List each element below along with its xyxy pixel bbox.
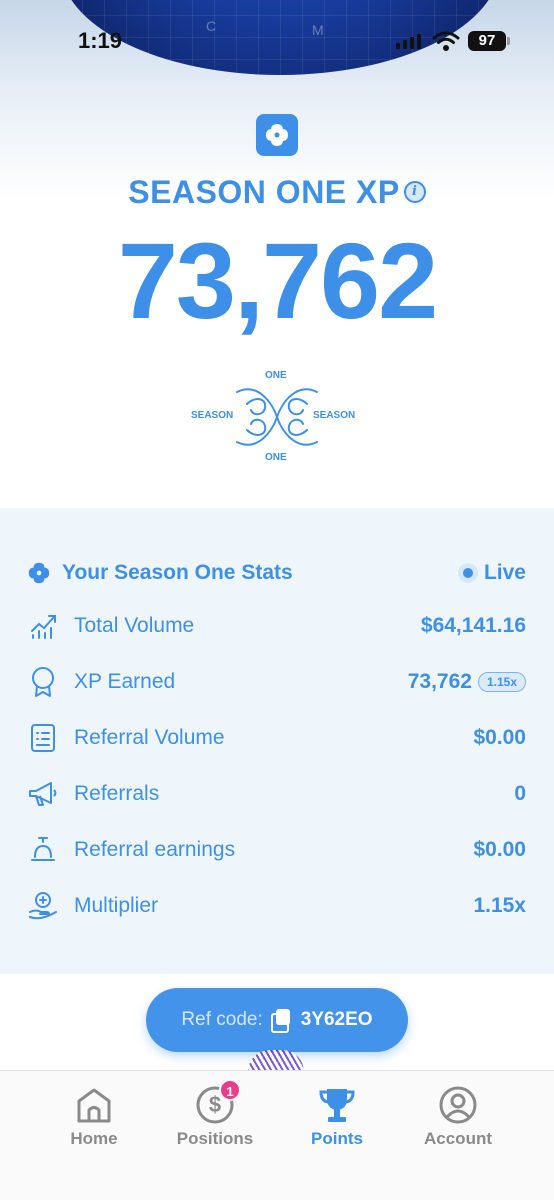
bell-stand-icon	[26, 833, 60, 867]
emblem-top-label: ONE	[265, 370, 287, 381]
bottom-tab-bar: Home $ 1 Positions Points Account	[0, 1070, 554, 1200]
megaphone-icon	[26, 777, 60, 811]
stat-value: $0.00	[473, 726, 526, 749]
stat-label: Referral Volume	[74, 726, 225, 749]
award-ribbon-icon	[26, 665, 60, 699]
positions-badge: 1	[219, 1079, 241, 1101]
trophy-icon	[317, 1085, 357, 1125]
stat-label: Referrals	[74, 782, 160, 805]
tab-label: Account	[424, 1129, 492, 1148]
chart-up-icon	[26, 609, 60, 643]
copy-icon	[270, 1009, 293, 1033]
tab-label: Points	[311, 1129, 363, 1148]
stat-value: 0	[514, 782, 526, 805]
stat-row-total-volume: Total Volume $64,141.16	[26, 606, 526, 646]
season-title-text: SEASON ONE XP	[128, 174, 400, 210]
stat-label: Referral earnings	[74, 838, 236, 861]
user-circle-icon	[438, 1085, 478, 1125]
info-icon[interactable]: i	[403, 180, 426, 203]
wifi-icon	[432, 31, 460, 51]
tab-points[interactable]: Points	[277, 1085, 397, 1149]
stats-heading: Your Season One Stats	[62, 561, 293, 584]
stat-row-multiplier: Multiplier 1.15x	[26, 886, 526, 926]
ref-code-value: 3Y62EO	[300, 1009, 373, 1030]
live-dot-icon	[457, 563, 478, 583]
stat-label: Total Volume	[74, 614, 195, 637]
battery-indicator: 97	[468, 31, 506, 51]
xp-total: 73,762	[117, 220, 438, 341]
dollar-circle-icon: $ 1	[195, 1079, 241, 1125]
stat-value: 73,762	[407, 670, 472, 693]
live-label: Live	[483, 561, 526, 584]
stat-row-referrals: Referrals 0	[26, 774, 526, 814]
stat-label: XP Earned	[74, 670, 176, 693]
stat-row-referral-earnings: Referral earnings $0.00	[26, 830, 526, 870]
stat-value: $64,141.16	[420, 614, 526, 637]
globe-peek-decoration	[248, 1050, 304, 1072]
stat-row-referral-volume: Referral Volume $0.00	[26, 718, 526, 758]
battery-tip	[507, 37, 510, 45]
stat-label: Multiplier	[74, 894, 159, 917]
stat-row-xp-earned: XP Earned 73,762 1.15x	[26, 662, 526, 702]
app-logo-icon	[256, 114, 298, 156]
emblem-bottom-label: ONE	[265, 452, 287, 463]
stats-panel: Your Season One Stats Live Total Volume …	[0, 508, 554, 974]
multiplier-badge: 1.15x	[477, 672, 526, 692]
live-indicator: Live	[457, 561, 526, 585]
list-document-icon	[26, 721, 60, 755]
stats-header: Your Season One Stats Live	[26, 553, 526, 593]
cellular-signal-icon	[396, 34, 421, 49]
stat-value: 1.15x	[473, 894, 526, 917]
ref-code-button[interactable]: Ref code: 3Y62EO	[146, 988, 408, 1052]
hand-coin-icon	[26, 889, 60, 923]
season-title: SEASON ONE XP i	[0, 174, 554, 211]
tab-positions[interactable]: $ 1 Positions	[155, 1079, 275, 1149]
emblem-flourish-icon	[236, 388, 318, 446]
home-icon	[74, 1085, 114, 1125]
season-one-emblem: ONE SEASON SEASON ONE	[187, 366, 367, 466]
tab-home[interactable]: Home	[34, 1085, 154, 1149]
app-logo-small-icon	[26, 560, 52, 586]
status-time: 1:19	[78, 28, 123, 53]
tab-label: Home	[70, 1129, 118, 1148]
tab-label: Positions	[176, 1129, 254, 1148]
stat-value: $0.00	[473, 838, 526, 861]
tab-account[interactable]: Account	[398, 1085, 518, 1149]
ref-code-label: Ref code:	[181, 1009, 263, 1030]
status-bar: 1:19 97	[0, 0, 554, 80]
